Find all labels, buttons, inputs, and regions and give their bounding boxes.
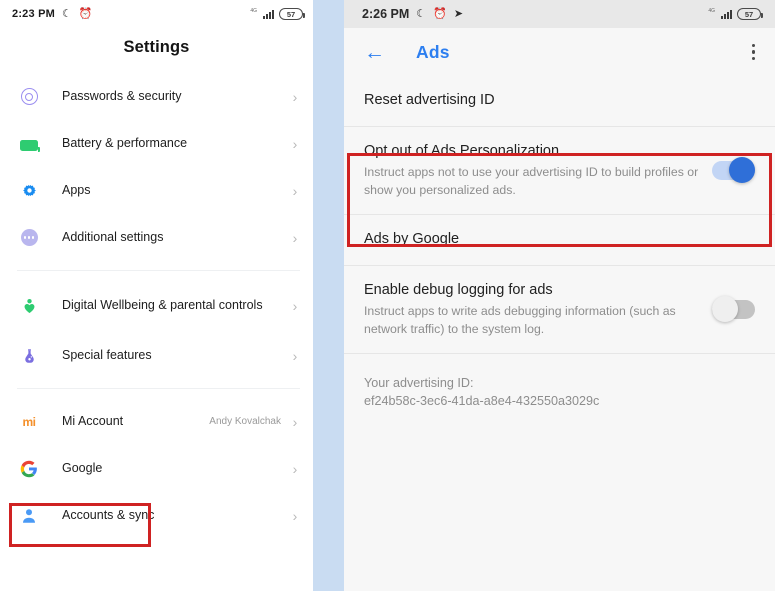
- person-icon: [17, 507, 41, 525]
- status-bar-time: 2:23 PM: [12, 8, 55, 20]
- menu-divider: [17, 270, 300, 271]
- toggle-knob: [712, 296, 738, 323]
- row-text-block: Reset advertising ID: [364, 91, 755, 111]
- moon-icon: ☾: [416, 7, 427, 20]
- sidebar-item-label: Passwords & security: [62, 88, 182, 103]
- row-title: Opt out of Ads Personalization: [364, 142, 560, 159]
- chevron-right-icon: ›: [292, 298, 298, 314]
- signal-icon: [721, 9, 732, 19]
- right-status-bar: 2:26 PM ☾ ⏰ ➤ 4G 57: [344, 0, 775, 28]
- advertising-id-label: Your advertising ID:: [364, 376, 474, 391]
- settings-menu-group-1: Passwords & security › Battery & perform…: [0, 73, 313, 261]
- menu-divider: [17, 388, 300, 389]
- page-title: Settings: [123, 38, 190, 56]
- app-bar-title: Ads: [416, 41, 450, 62]
- sidebar-item-digital-wellbeing[interactable]: Digital Wellbeing & parental controls ›: [0, 280, 313, 332]
- row-enable-debug-logging[interactable]: Enable debug logging for ads Instruct ap…: [344, 265, 775, 354]
- back-arrow-icon[interactable]: ←: [364, 42, 388, 63]
- sidebar-item-label: Accounts & sync: [62, 507, 155, 522]
- settings-menu-group-3: mi Mi Account Andy Kovalchak › Google ›: [0, 398, 313, 539]
- status-bar-icon-group: ☾ ⏰ ➤: [416, 7, 464, 20]
- row-reset-advertising-id[interactable]: Reset advertising ID: [344, 76, 775, 126]
- chevron-right-icon: ›: [292, 182, 298, 199]
- gear-icon: [17, 182, 41, 199]
- chevron-right-icon: ›: [292, 135, 298, 152]
- row-title: Ads by Google: [364, 231, 460, 248]
- network-type-label: 4G: [250, 8, 257, 14]
- sidebar-item-battery-performance[interactable]: Battery & performance ›: [0, 120, 313, 167]
- toggle-opt-out-ads-personalization[interactable]: [712, 157, 755, 184]
- row-opt-out-ads-personalization[interactable]: Opt out of Ads Personalization Instruct …: [344, 126, 775, 215]
- left-status-bar: 2:23 PM ☾ ⏰ 4G 57: [0, 0, 313, 28]
- panel-separator-band: [313, 0, 344, 591]
- sidebar-item-google[interactable]: Google ›: [0, 445, 313, 492]
- battery-icon: [17, 136, 41, 152]
- row-ads-by-google[interactable]: Ads by Google: [344, 215, 775, 265]
- status-bar-icon-group: ☾ ⏰: [61, 7, 93, 20]
- sidebar-item-label: Mi Account: [62, 413, 124, 428]
- more-dots-icon: [17, 229, 41, 246]
- moon-icon: ☾: [61, 7, 72, 20]
- flask-icon: [17, 347, 41, 365]
- chevron-right-icon: ›: [292, 413, 298, 430]
- mi-account-name: Andy Kovalchak: [209, 416, 281, 427]
- alarm-icon: ⏰: [433, 7, 447, 20]
- row-subtitle: Instruct apps not to use your advertisin…: [364, 165, 699, 197]
- battery-icon: 57: [279, 8, 305, 20]
- chevron-right-icon: ›: [292, 88, 298, 105]
- google-logo-icon: [17, 460, 41, 478]
- row-title: Enable debug logging for ads: [364, 281, 553, 298]
- overflow-menu-icon[interactable]: [748, 40, 759, 64]
- telegram-icon: ➤: [453, 7, 464, 20]
- right-phone-ads-screen: 2:26 PM ☾ ⏰ ➤ 4G 57 ← Ads Reset advertis…: [344, 0, 775, 591]
- alarm-icon: ⏰: [78, 7, 93, 20]
- signal-icon: [263, 9, 274, 19]
- status-bar-right-group: 4G 57: [250, 8, 305, 20]
- row-text-block: Opt out of Ads Personalization Instruct …: [364, 142, 712, 199]
- sidebar-item-label: Battery & performance: [62, 135, 188, 150]
- chevron-right-icon: ›: [292, 229, 298, 246]
- sidebar-item-special-features[interactable]: Special features ›: [0, 332, 313, 379]
- status-bar-right-group: 4G 57: [708, 8, 763, 20]
- sidebar-item-label: Google: [62, 460, 103, 475]
- sidebar-item-label: Apps: [62, 182, 91, 197]
- sidebar-item-additional-settings[interactable]: Additional settings ›: [0, 214, 313, 261]
- row-text-block: Enable debug logging for ads Instruct ap…: [364, 281, 712, 338]
- toggle-knob: [729, 157, 755, 184]
- chevron-right-icon: ›: [292, 347, 298, 364]
- row-subtitle: Instruct apps to write ads debugging inf…: [364, 304, 676, 336]
- sidebar-item-passwords-security[interactable]: Passwords & security ›: [0, 73, 313, 120]
- advertising-id-value: ef24b58c-3ec6-41da-a8e4-432550a3029c: [364, 394, 600, 409]
- app-bar: ← Ads: [344, 28, 775, 76]
- fingerprint-icon: [17, 88, 41, 105]
- wellbeing-heart-icon: [17, 297, 41, 315]
- chevron-right-icon: ›: [292, 507, 298, 524]
- row-title: Reset advertising ID: [364, 92, 495, 108]
- sidebar-item-accounts-sync[interactable]: Accounts & sync ›: [0, 492, 313, 539]
- dual-phone-screenshot: 2:23 PM ☾ ⏰ 4G 57 Settings Passwords & s…: [0, 0, 775, 591]
- settings-menu-group-2: Digital Wellbeing & parental controls › …: [0, 280, 313, 379]
- advertising-id-block: Your advertising ID: ef24b58c-3ec6-41da-…: [344, 354, 775, 411]
- toggle-enable-debug-logging[interactable]: [712, 296, 755, 323]
- left-phone-settings-screen: 2:23 PM ☾ ⏰ 4G 57 Settings Passwords & s…: [0, 0, 313, 591]
- mi-logo-icon: mi: [22, 414, 36, 429]
- sidebar-item-label: Digital Wellbeing & parental controls: [62, 298, 263, 313]
- sidebar-item-label: Additional settings: [62, 229, 164, 244]
- status-bar-time: 2:26 PM: [362, 7, 410, 21]
- battery-icon: 57: [737, 8, 763, 20]
- sidebar-item-mi-account[interactable]: mi Mi Account Andy Kovalchak ›: [0, 398, 313, 445]
- chevron-right-icon: ›: [292, 460, 298, 477]
- sidebar-item-label: Special features: [62, 347, 152, 362]
- network-type-label: 4G: [708, 8, 715, 14]
- row-text-block: Ads by Google: [364, 230, 755, 250]
- sidebar-item-apps[interactable]: Apps ›: [0, 167, 313, 214]
